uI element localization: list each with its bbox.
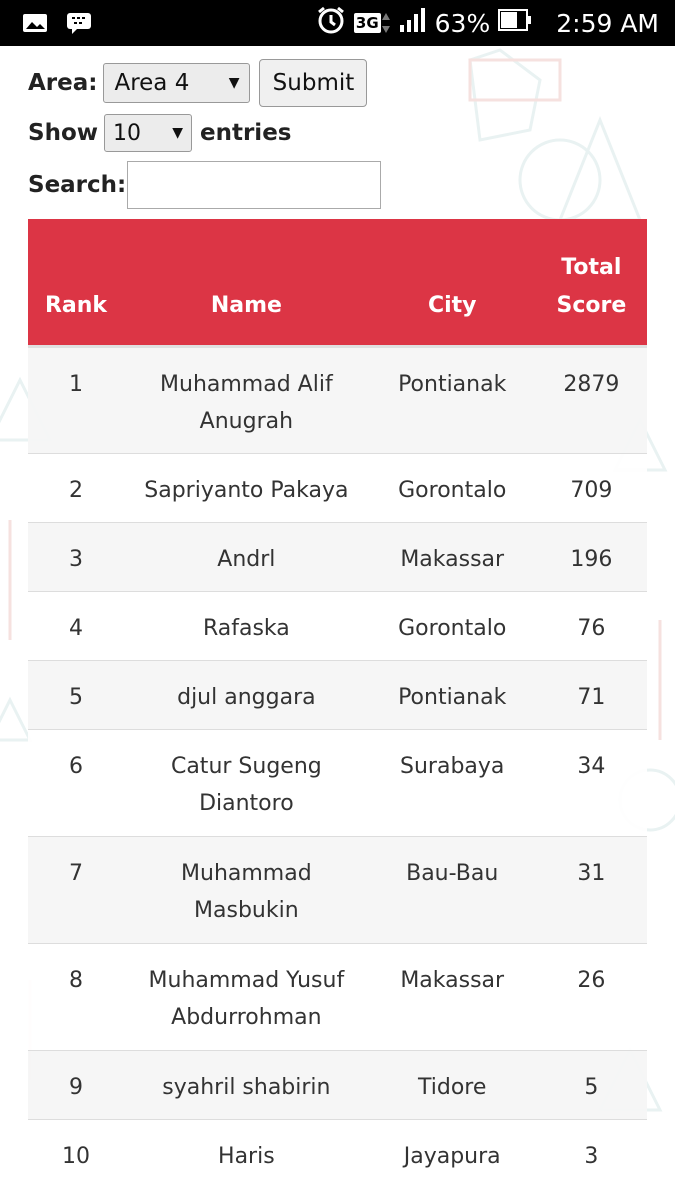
column-header-city[interactable]: City xyxy=(368,219,536,348)
signal-icon xyxy=(399,7,427,40)
submit-button[interactable]: Submit xyxy=(259,59,368,107)
rank-cell: 7 xyxy=(28,836,125,944)
rank-cell: 5 xyxy=(28,660,125,730)
status-bar: 3G 63% 2:59 AM xyxy=(0,0,675,46)
column-header-rank[interactable]: Rank xyxy=(28,219,125,348)
city-cell: Makassar xyxy=(368,522,536,592)
score-cell: 2879 xyxy=(535,346,647,454)
city-cell: Bau-Bau xyxy=(368,836,536,944)
name-cell: Muhammad Yusuf Abdurrohman xyxy=(124,943,369,1051)
table-row: 7 Muhammad Masbukin Bau-Bau 31 xyxy=(28,836,647,944)
alarm-icon xyxy=(316,5,346,42)
rank-cell: 1 xyxy=(28,346,125,454)
clock: 2:59 AM xyxy=(556,8,659,38)
table-row: 4 Rafaska Gorontalo 76 xyxy=(28,591,647,661)
score-cell: 26 xyxy=(535,943,647,1051)
area-select[interactable]: Area 4 ▼ xyxy=(103,63,251,103)
search-filter: Search: xyxy=(28,160,382,210)
table-row: 3 Andrl Makassar 196 xyxy=(28,522,647,592)
dropdown-caret-icon: ▼ xyxy=(228,75,240,91)
city-cell: Pontianak xyxy=(368,660,536,730)
table-row: 2 Sapriyanto Pakaya Gorontalo 709 xyxy=(28,453,647,523)
battery-percent: 63% xyxy=(434,8,491,38)
name-cell: Muhammad Alif Anugrah xyxy=(124,346,369,454)
dropdown-caret-icon: ▼ xyxy=(172,125,183,141)
column-header-name[interactable]: Name xyxy=(124,219,369,348)
area-label: Area: xyxy=(28,70,98,96)
rank-cell: 8 xyxy=(28,943,125,1051)
city-cell: Jayapura xyxy=(368,1119,536,1189)
name-cell: Sapriyanto Pakaya xyxy=(124,453,369,523)
leaderboard-table: Rank Name City Total Score 1 Muhammad Ali… xyxy=(28,219,647,1189)
entries-label: entries xyxy=(200,120,292,146)
rank-cell: 3 xyxy=(28,522,125,592)
table-row: 10 Haris Jayapura 3 xyxy=(28,1119,647,1189)
city-cell: Surabaya xyxy=(368,729,536,837)
entries-length: Show 10 ▼ entries xyxy=(28,114,291,152)
city-cell: Pontianak xyxy=(368,346,536,454)
rank-cell: 4 xyxy=(28,591,125,661)
bbm-icon xyxy=(66,12,92,38)
table-row: 8 Muhammad Yusuf Abdurrohman Makassar 26 xyxy=(28,943,647,1051)
city-cell: Gorontalo xyxy=(368,591,536,661)
name-cell: Catur Sugeng Diantoro xyxy=(124,729,369,837)
search-input[interactable] xyxy=(127,161,382,209)
search-label: Search: xyxy=(28,172,127,198)
name-cell: syahril shabirin xyxy=(124,1050,369,1120)
entries-selected-value: 10 xyxy=(113,120,141,146)
area-selected-value: Area 4 xyxy=(114,70,190,96)
name-cell: Andrl xyxy=(124,522,369,592)
score-cell: 34 xyxy=(535,729,647,837)
battery-icon xyxy=(498,7,532,40)
score-cell: 3 xyxy=(535,1119,647,1189)
city-cell: Gorontalo xyxy=(368,453,536,523)
column-header-total-score[interactable]: Total Score xyxy=(535,219,647,348)
rank-cell: 10 xyxy=(28,1119,125,1189)
score-cell: 709 xyxy=(535,453,647,523)
rank-cell: 6 xyxy=(28,729,125,837)
table-row: 1 Muhammad Alif Anugrah Pontianak 2879 xyxy=(28,346,647,454)
name-cell: Muhammad Masbukin xyxy=(124,836,369,944)
area-filter: Area: Area 4 ▼ Submit xyxy=(28,59,368,107)
city-cell: Tidore xyxy=(368,1050,536,1120)
score-cell: 196 xyxy=(535,522,647,592)
table-row: 6 Catur Sugeng Diantoro Surabaya 34 xyxy=(28,729,647,837)
name-cell: Rafaska xyxy=(124,591,369,661)
table-row: 5 djul anggara Pontianak 71 xyxy=(28,660,647,730)
table-header-row: Rank Name City Total Score xyxy=(28,219,647,348)
name-cell: djul anggara xyxy=(124,660,369,730)
name-cell: Haris xyxy=(124,1119,369,1189)
score-cell: 31 xyxy=(535,836,647,944)
score-cell: 76 xyxy=(535,591,647,661)
gallery-icon xyxy=(22,12,48,38)
rank-cell: 9 xyxy=(28,1050,125,1120)
show-label: Show xyxy=(28,120,98,146)
network-3g-icon: 3G xyxy=(353,11,391,35)
rank-cell: 2 xyxy=(28,453,125,523)
score-cell: 5 xyxy=(535,1050,647,1120)
city-cell: Makassar xyxy=(368,943,536,1051)
entries-select[interactable]: 10 ▼ xyxy=(104,114,192,152)
score-cell: 71 xyxy=(535,660,647,730)
table-row: 9 syahril shabirin Tidore 5 xyxy=(28,1050,647,1120)
